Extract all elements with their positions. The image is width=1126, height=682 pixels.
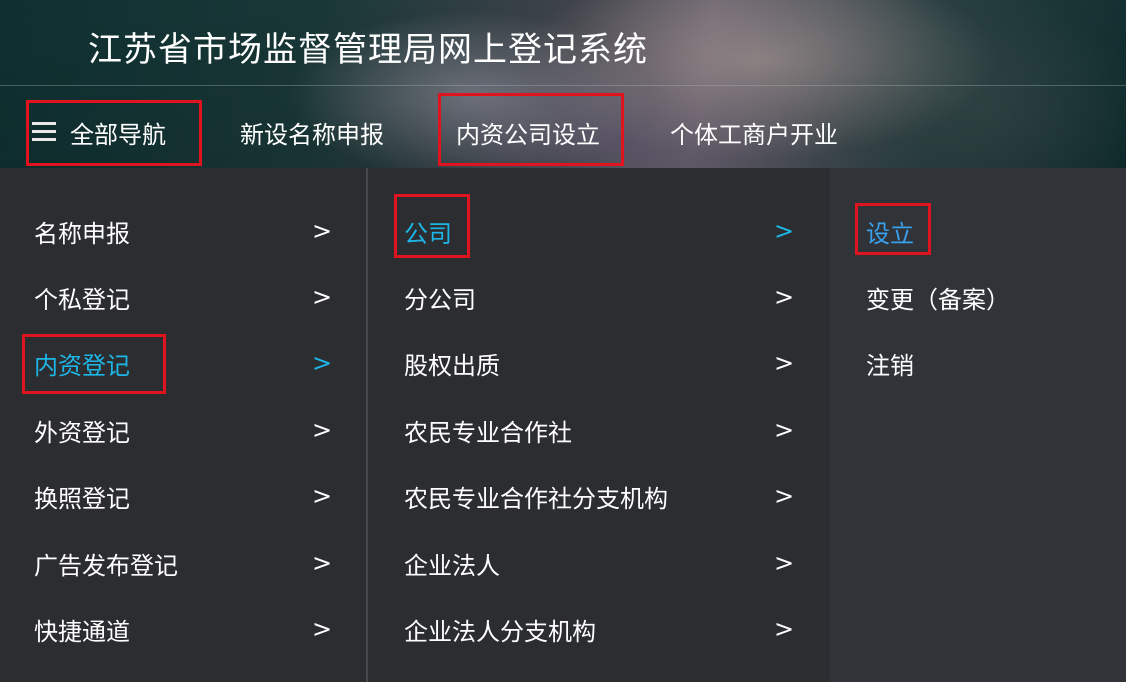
chevron-right-icon: > [312, 549, 333, 577]
menu-item-label: 股权出质 [404, 351, 500, 380]
menu-item-license-renewal[interactable]: 换照登记 > [34, 471, 334, 521]
menu-item-ad-publishing-registration[interactable]: 广告发布登记 > [34, 538, 334, 588]
menu-item-label: 快捷通道 [34, 617, 130, 646]
menu-item-cancellation[interactable]: 注销 [866, 338, 1086, 388]
menu-item-label: 换照登记 [34, 484, 130, 513]
page-title: 江苏省市场监督管理局网上登记系统 [88, 30, 648, 70]
header-divider [0, 85, 1126, 86]
menu-level2: 公司 > 分公司 > 股权出质 > 农民专业合作社 > 农民专业合作社分支机构 … [368, 168, 830, 682]
menu-item-label: 农民专业合作社 [404, 418, 572, 447]
menu-item-farmer-cooperative[interactable]: 农民专业合作社 > [404, 405, 794, 455]
menu-item-name-report[interactable]: 名称申报 > [34, 206, 334, 256]
chevron-right-icon: > [774, 217, 795, 245]
menu-item-enterprise-legal-person[interactable]: 企业法人 > [404, 538, 794, 588]
all-navigation-button[interactable]: 全部导航 [30, 98, 166, 166]
menu-item-equity-pledge[interactable]: 股权出质 > [404, 338, 794, 388]
menu-item-private-registration[interactable]: 个私登记 > [34, 272, 334, 322]
menu-level3: 设立 变更（备案） 注销 [830, 168, 1126, 682]
menu-item-label: 名称申报 [34, 219, 130, 248]
menu-item-label: 广告发布登记 [34, 551, 178, 580]
chevron-right-icon: > [312, 482, 333, 510]
menu-item-farmer-cooperative-branch[interactable]: 农民专业合作社分支机构 > [404, 471, 794, 521]
menu-item-label: 外资登记 [34, 418, 130, 447]
header-banner: 江苏省市场监督管理局网上登记系统 全部导航 新设名称申报 内资公司设立 个体工商… [0, 0, 1126, 168]
nav-item-individual-business-opening[interactable]: 个体工商户开业 [670, 98, 838, 166]
menu-item-label: 公司 [404, 219, 452, 248]
nav-item-new-name-report[interactable]: 新设名称申报 [240, 98, 384, 166]
menu-item-company[interactable]: 公司 > [404, 206, 794, 256]
menu-item-label: 农民专业合作社分支机构 [404, 484, 668, 513]
chevron-right-icon: > [312, 615, 333, 643]
menu-icon [30, 118, 58, 146]
menu-item-change-filing[interactable]: 变更（备案） [866, 272, 1086, 322]
chevron-right-icon: > [312, 349, 333, 377]
all-navigation-label: 全部导航 [70, 120, 166, 149]
chevron-right-icon: > [312, 416, 333, 444]
menu-level1: 名称申报 > 个私登记 > 内资登记 > 外资登记 > 换照登记 > 广告发布登… [0, 168, 366, 682]
menu-item-label: 企业法人 [404, 551, 500, 580]
menu-item-label: 内资登记 [34, 351, 130, 380]
menu-item-label: 企业法人分支机构 [404, 617, 596, 646]
nav-item-domestic-company-setup[interactable]: 内资公司设立 [456, 98, 600, 166]
menu-item-establish[interactable]: 设立 [866, 206, 1086, 256]
chevron-right-icon: > [774, 416, 795, 444]
menu-item-foreign-registration[interactable]: 外资登记 > [34, 405, 334, 455]
chevron-right-icon: > [774, 615, 795, 643]
menu-item-branch-company[interactable]: 分公司 > [404, 272, 794, 322]
chevron-right-icon: > [774, 482, 795, 510]
chevron-right-icon: > [774, 283, 795, 311]
menu-item-domestic-registration[interactable]: 内资登记 > [34, 338, 334, 388]
chevron-right-icon: > [312, 217, 333, 245]
menu-item-quick-channel[interactable]: 快捷通道 > [34, 604, 334, 654]
chevron-right-icon: > [774, 549, 795, 577]
menu-item-enterprise-legal-person-branch[interactable]: 企业法人分支机构 > [404, 604, 794, 654]
menu-item-label: 个私登记 [34, 285, 130, 314]
chevron-right-icon: > [774, 349, 795, 377]
menu-item-label: 分公司 [404, 285, 476, 314]
chevron-right-icon: > [312, 283, 333, 311]
